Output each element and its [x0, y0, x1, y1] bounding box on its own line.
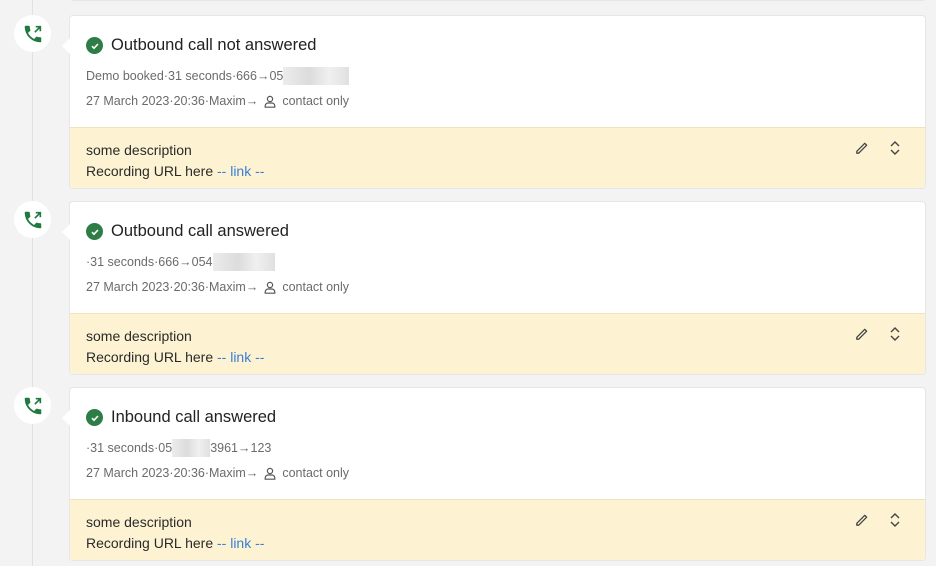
recording-link[interactable]: -- link -- — [217, 535, 264, 551]
person-icon — [264, 281, 276, 294]
call-target[interactable]: contact only — [282, 94, 349, 108]
call-details: 27 March 2023 · 20:36 · Maxim → contact … — [86, 280, 350, 294]
note-recording-label: Recording URL here — [86, 535, 214, 551]
call-title: Outbound call answered — [111, 222, 289, 240]
person-icon — [264, 467, 276, 480]
call-to: 054 — [191, 255, 213, 269]
call-user: Maxim — [209, 466, 246, 480]
call-meta: Demo booked · 31 seconds · 666 → 05 — [86, 67, 350, 85]
redacted-number — [212, 253, 275, 271]
call-from: 666 — [236, 69, 257, 83]
call-meta: · 31 seconds · 05 3961 → 123 — [86, 439, 272, 457]
expand-collapse-icon[interactable] — [887, 326, 903, 342]
call-meta: · 31 seconds · 666 → 054 — [86, 253, 275, 271]
note-description: some description — [86, 328, 192, 344]
call-user: Maxim — [209, 280, 246, 294]
check-circle-icon — [86, 223, 103, 240]
call-user: Maxim — [209, 94, 246, 108]
expand-collapse-icon[interactable] — [887, 140, 903, 156]
call-card: Inbound call answered · 31 seconds · 05 3… — [62, 387, 926, 561]
phone-outgoing-icon — [14, 201, 51, 238]
call-time: 20:36 — [173, 94, 205, 108]
note-recording-label: Recording URL here — [86, 349, 214, 365]
previous-card — [69, 0, 926, 1]
call-from-suffix: 3961 — [210, 441, 238, 455]
expand-collapse-icon[interactable] — [887, 512, 903, 528]
edit-pencil-icon[interactable] — [853, 140, 869, 156]
check-circle-icon — [86, 37, 103, 54]
call-details: 27 March 2023 · 20:36 · Maxim → contact … — [86, 94, 350, 108]
phone-outgoing-icon — [14, 387, 51, 424]
call-duration: 31 seconds — [90, 441, 155, 455]
note-description: some description — [86, 142, 192, 158]
call-from: 666 — [158, 255, 180, 269]
call-card: Outbound call answered · 31 seconds · 66… — [62, 201, 926, 375]
call-note: some description Recording URL here -- l… — [70, 499, 925, 560]
call-duration: 31 seconds — [168, 69, 232, 83]
call-card: Outbound call not answered Demo booked ·… — [62, 15, 926, 189]
note-recording-label: Recording URL here — [86, 163, 214, 179]
call-target[interactable]: contact only — [282, 280, 349, 294]
activity-timeline: Outbound call not answered Demo booked ·… — [0, 0, 936, 566]
phone-outgoing-icon — [14, 15, 51, 52]
check-circle-icon — [86, 409, 103, 426]
call-from: 05 — [158, 441, 173, 455]
edit-pencil-icon[interactable] — [853, 326, 869, 342]
call-title: Inbound call answered — [111, 408, 277, 426]
call-date: 27 March 2023 — [86, 466, 170, 480]
note-description: some description — [86, 514, 192, 530]
redacted-number — [283, 67, 350, 85]
recording-link[interactable]: -- link -- — [217, 163, 264, 179]
call-date: 27 March 2023 — [86, 280, 170, 294]
call-title: Outbound call not answered — [111, 36, 317, 54]
call-duration: 31 seconds — [90, 255, 155, 269]
call-time: 20:36 — [173, 280, 205, 294]
call-to: 05 — [269, 69, 284, 83]
redacted-number — [172, 439, 211, 457]
edit-pencil-icon[interactable] — [853, 512, 869, 528]
recording-link[interactable]: -- link -- — [217, 349, 264, 365]
call-date: 27 March 2023 — [86, 94, 170, 108]
call-outcome: Demo booked — [86, 69, 164, 83]
call-time: 20:36 — [173, 466, 205, 480]
call-target[interactable]: contact only — [282, 466, 349, 480]
timeline-line — [32, 0, 33, 566]
call-details: 27 March 2023 · 20:36 · Maxim → contact … — [86, 466, 350, 480]
call-note: some description Recording URL here -- l… — [70, 313, 925, 374]
call-to: 123 — [250, 441, 272, 455]
person-icon — [264, 95, 276, 108]
call-note: some description Recording URL here -- l… — [70, 127, 925, 188]
